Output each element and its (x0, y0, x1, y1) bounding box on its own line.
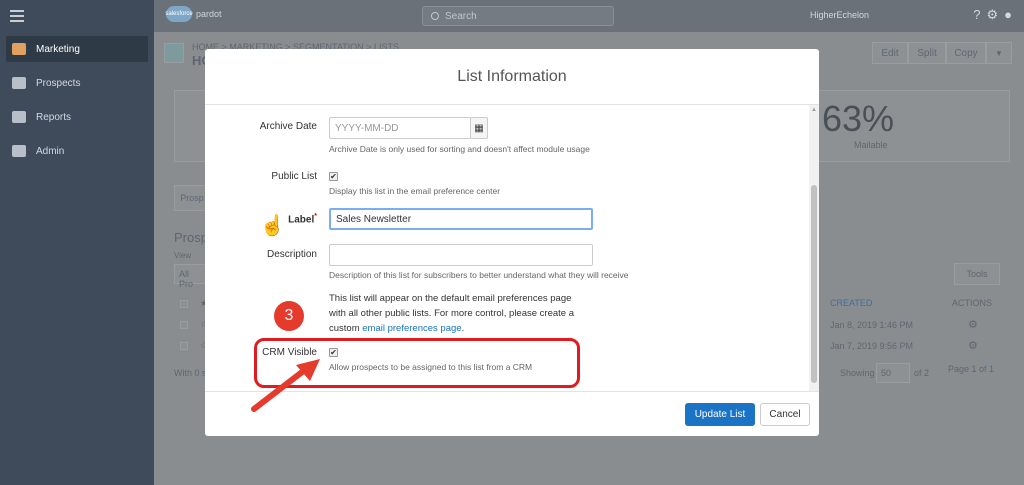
briefcase-icon (12, 145, 26, 157)
col-actions: ACTIONS (952, 298, 993, 308)
page-link[interactable]: 1 (989, 364, 994, 374)
public-note-line-2: with all other public lists. For more co… (329, 308, 574, 319)
search-icon (431, 12, 439, 20)
per-page-select[interactable]: 50 (876, 363, 910, 383)
section-title: Prosp (174, 230, 208, 245)
col-created[interactable]: CREATED (830, 298, 872, 308)
archive-date-input[interactable]: YYYY-MM-DD (329, 117, 471, 139)
sidebar-item-marketing[interactable]: Marketing (6, 36, 148, 62)
search-input[interactable]: Search (422, 6, 614, 26)
public-list-help: Display this list in the email preferenc… (329, 186, 501, 196)
description-input[interactable] (329, 244, 593, 266)
stat-value: 63% (822, 98, 895, 139)
help-icon[interactable]: ? (973, 7, 980, 23)
page-count: of 2 (914, 368, 930, 378)
selection-text: With 0 s (174, 368, 207, 378)
chart-icon (12, 111, 26, 123)
scrollbar-thumb[interactable] (811, 185, 817, 383)
sidebar-item-prospects[interactable]: Prospects (0, 70, 154, 96)
tools-button[interactable]: Tools (954, 263, 1000, 285)
public-note-line-3: custom email preferences page. (329, 323, 465, 334)
modal-scrollbar[interactable]: ▲ (809, 105, 819, 392)
copy-button[interactable]: Copy (946, 42, 986, 64)
email-preferences-link[interactable]: email preferences page (362, 323, 461, 334)
sidebar-item-reports[interactable]: Reports (0, 104, 154, 130)
row-checkbox[interactable] (180, 321, 188, 329)
table-row-created: Jan 7, 2019 9:56 PM (830, 341, 914, 351)
update-list-button[interactable]: Update List (685, 403, 755, 426)
sidebar: Marketing Prospects Reports Admin (0, 0, 154, 485)
annotation-arrow-icon (251, 359, 320, 412)
showing-label: Showing (840, 368, 875, 378)
top-bar: salesforce pardot Search HigherEchelon ? ⚙… (154, 0, 1024, 32)
archive-date-help: Archive Date is only used for sorting an… (329, 144, 590, 154)
list-icon (164, 43, 184, 63)
checkbox-all[interactable] (180, 300, 188, 308)
cancel-button[interactable]: Cancel (760, 403, 810, 426)
split-button[interactable]: Split (908, 42, 946, 64)
user-icon[interactable]: ● (1004, 7, 1012, 23)
gear-icon[interactable]: ⚙ (968, 339, 978, 352)
gear-icon[interactable]: ⚙ (968, 318, 978, 331)
calendar-icon[interactable]: ▦ (470, 117, 488, 139)
public-list-label: Public List (271, 171, 317, 182)
view-label: View (174, 251, 192, 260)
edit-button[interactable]: Edit (872, 42, 908, 64)
public-list-checkbox[interactable]: ✔ (329, 172, 338, 181)
hand-pointer-icon: ☝ (260, 215, 285, 237)
gear-icon[interactable]: ⚙ (986, 7, 998, 23)
chevron-down-icon[interactable]: ▼ (986, 42, 1012, 64)
annotation-step-badge: 3 (274, 301, 304, 331)
description-help: Description of this list for subscribers… (329, 270, 629, 280)
description-label: Description (266, 249, 317, 260)
users-icon (12, 77, 26, 89)
stat-label: Mailable (854, 140, 888, 150)
page-info: Page 1 of 1 (948, 364, 995, 374)
menu-icon[interactable] (10, 10, 24, 22)
user-name[interactable]: HigherEchelon (810, 10, 869, 20)
modal-title: List Information (205, 49, 819, 105)
label-input[interactable]: Sales Newsletter (329, 208, 593, 230)
archive-date-label: Archive Date (259, 121, 317, 132)
logo[interactable]: salesforce pardot (165, 6, 222, 22)
marketing-icon (12, 43, 26, 55)
table-row-created: Jan 8, 2019 1:46 PM (830, 320, 914, 330)
sidebar-item-admin[interactable]: Admin (0, 138, 154, 164)
row-checkbox[interactable] (180, 342, 188, 350)
view-select[interactable]: All Pro (174, 264, 206, 289)
scroll-up-icon[interactable]: ▲ (811, 107, 817, 113)
public-note-line-1: This list will appear on the default ema… (329, 293, 572, 304)
